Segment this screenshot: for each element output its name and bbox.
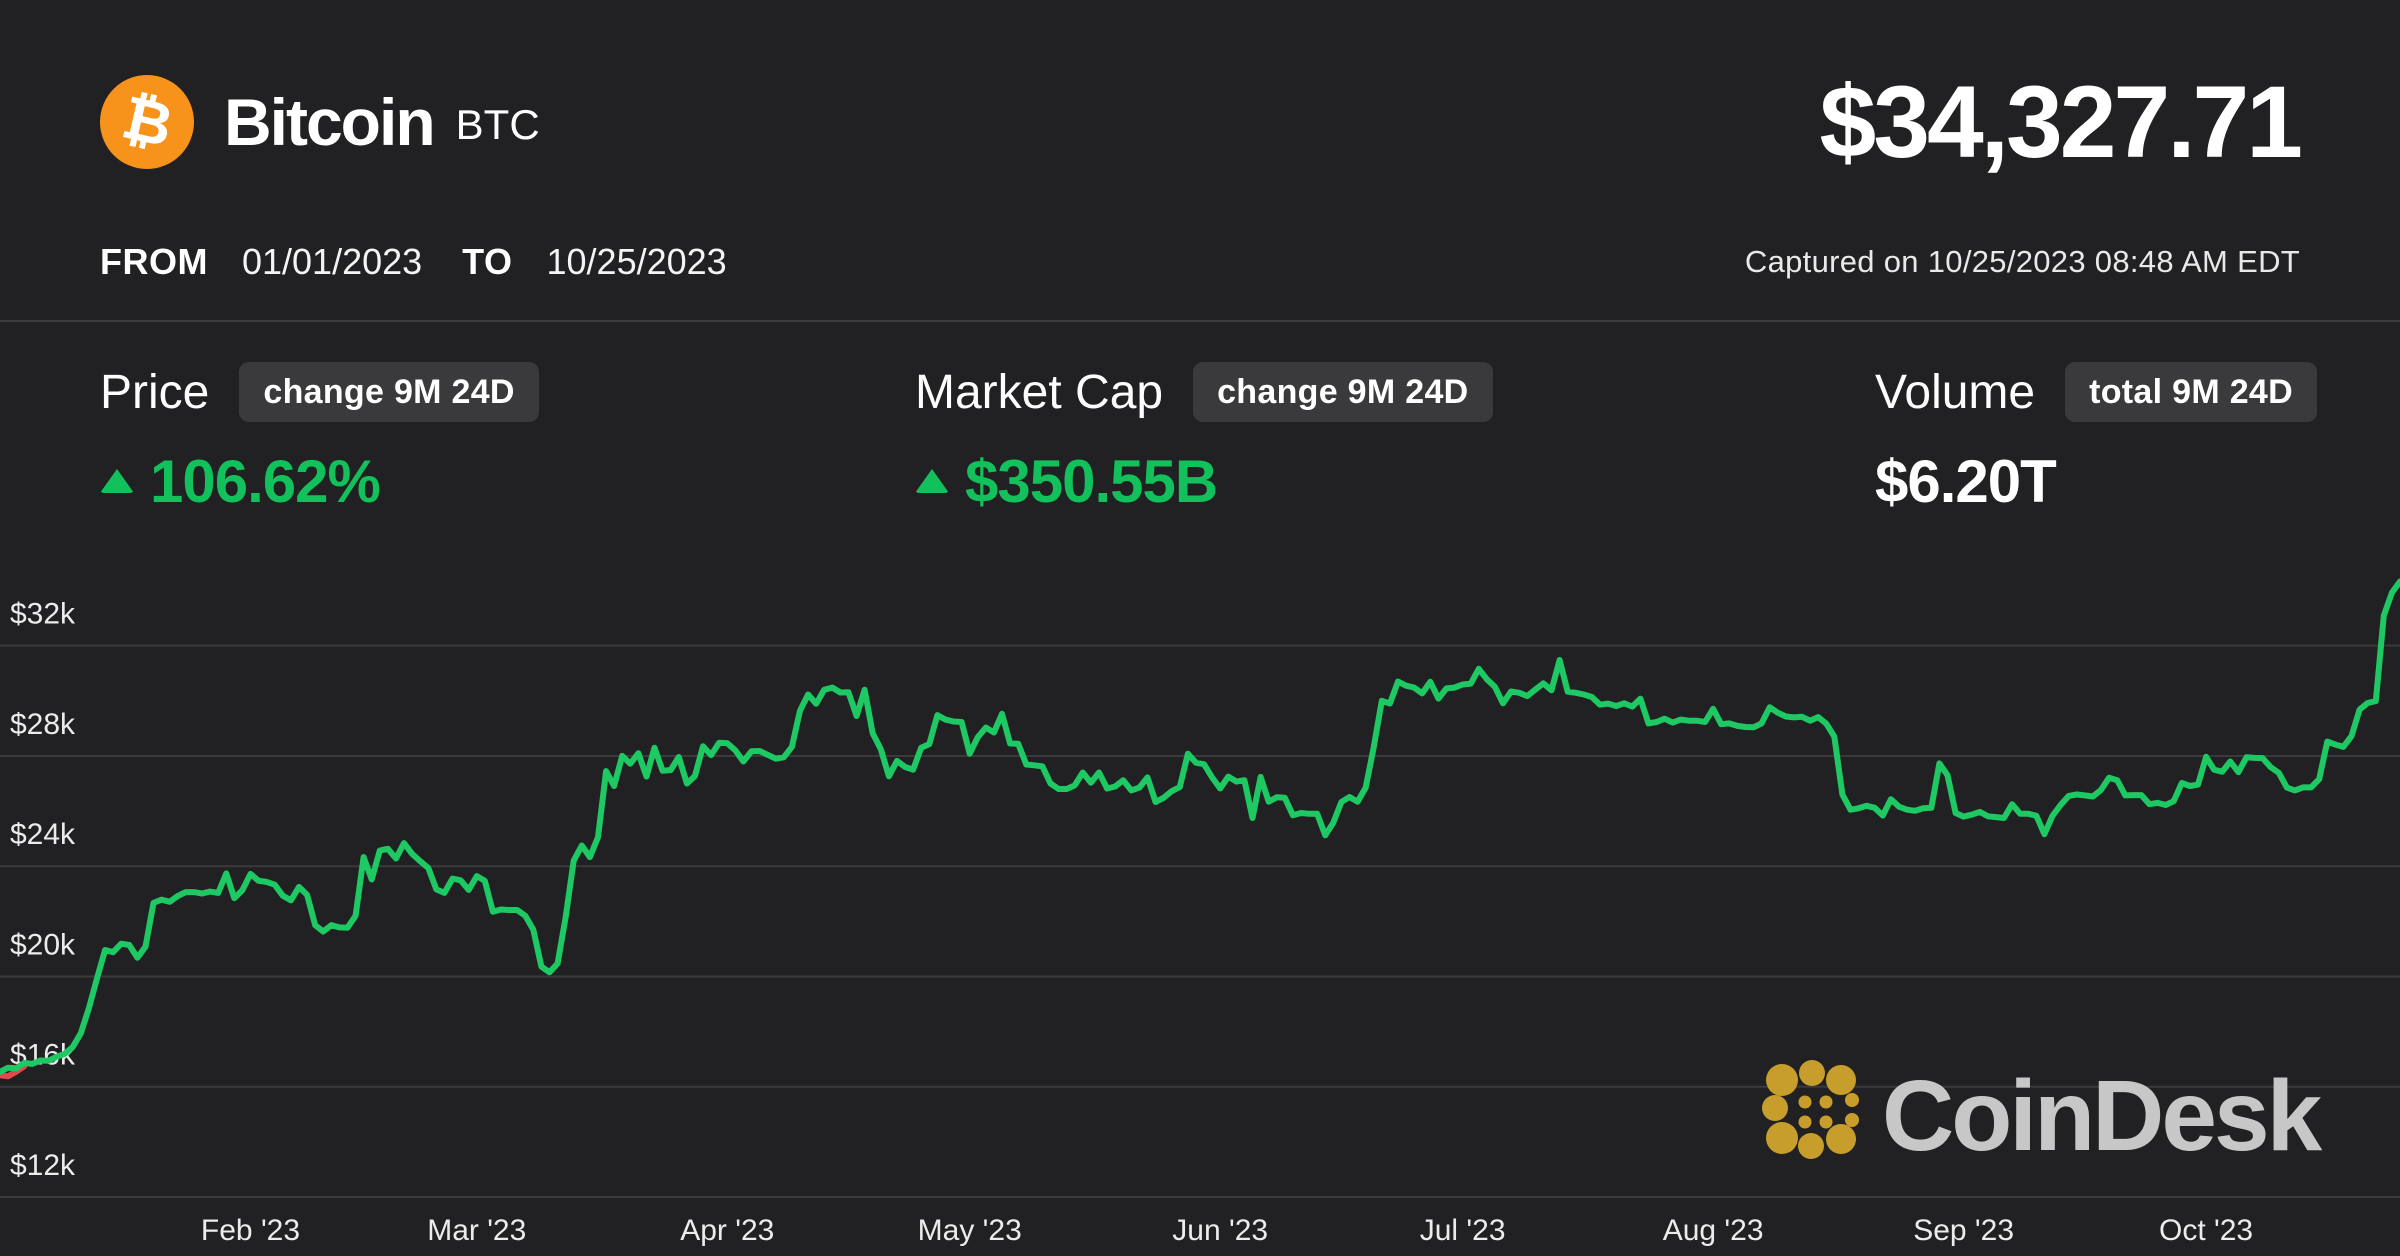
y-axis-label: $32k [10,598,76,631]
stat-label: Market Cap [915,365,1163,420]
stat-value: $6.20T [1875,447,2056,516]
coin-symbol: BTC [456,101,540,149]
stat-column-volume: Volume total 9M 24D $6.20T [1875,356,2317,520]
x-axis-label: Mar '23 [427,1214,526,1247]
bitcoin-price-card: $32k$28k$24k$20k$16k$12kFeb '23Mar '23Ap… [0,0,2400,1256]
chart-line [0,582,2400,1072]
from-label: FROM [100,241,208,283]
stat-value: 106.62% [150,447,380,516]
coindesk-logo-icon [1760,1056,1864,1164]
stat-badge: change 9M 24D [239,362,538,422]
stat-column-market-cap: Market Cap change 9M 24D $350.55B [915,356,1493,520]
x-axis-label: Sep '23 [1913,1214,2014,1247]
to-label: TO [462,241,512,283]
up-triangle-icon [100,469,134,493]
stat-label: Price [100,365,209,420]
coindesk-wordmark: CoinDesk [1882,1066,2319,1166]
x-axis-label: Jul '23 [1420,1214,1506,1247]
x-axis-label: Feb '23 [201,1214,300,1247]
y-axis-label: $28k [10,708,76,741]
up-triangle-icon [915,469,949,493]
stat-badge: total 9M 24D [2065,362,2317,422]
stat-badge: change 9M 24D [1193,362,1492,422]
y-axis-label: $24k [10,818,76,851]
to-date: 10/25/2023 [547,241,727,283]
current-price: $34,327.71 [1820,64,2301,181]
coindesk-watermark: CoinDesk [1760,1056,2319,1164]
stat-label: Volume [1875,365,2035,420]
header: ₿ Bitcoin BTC $34,327.71 [100,62,2300,182]
date-range-row: FROM 01/01/2023 TO 10/25/2023 Captured o… [100,238,2300,286]
x-axis-label: Aug '23 [1663,1214,1764,1247]
x-axis-label: May '23 [918,1214,1022,1247]
x-axis-label: Oct '23 [2159,1214,2253,1247]
bitcoin-logo-icon: ₿ [100,75,194,169]
stat-column-price: Price change 9M 24D 106.62% [100,356,539,520]
header-divider [0,320,2400,322]
stat-value: $350.55B [965,447,1217,516]
y-axis-label: $12k [10,1149,76,1182]
x-axis-label: Apr '23 [680,1214,774,1247]
coin-name: Bitcoin [224,84,434,160]
capture-timestamp: Captured on 10/25/2023 08:48 AM EDT [1745,244,2300,280]
from-date: 01/01/2023 [242,241,422,283]
x-axis-label: Jun '23 [1172,1214,1268,1247]
bitcoin-b-glyph: ₿ [116,87,177,156]
y-axis-label: $20k [10,928,76,961]
